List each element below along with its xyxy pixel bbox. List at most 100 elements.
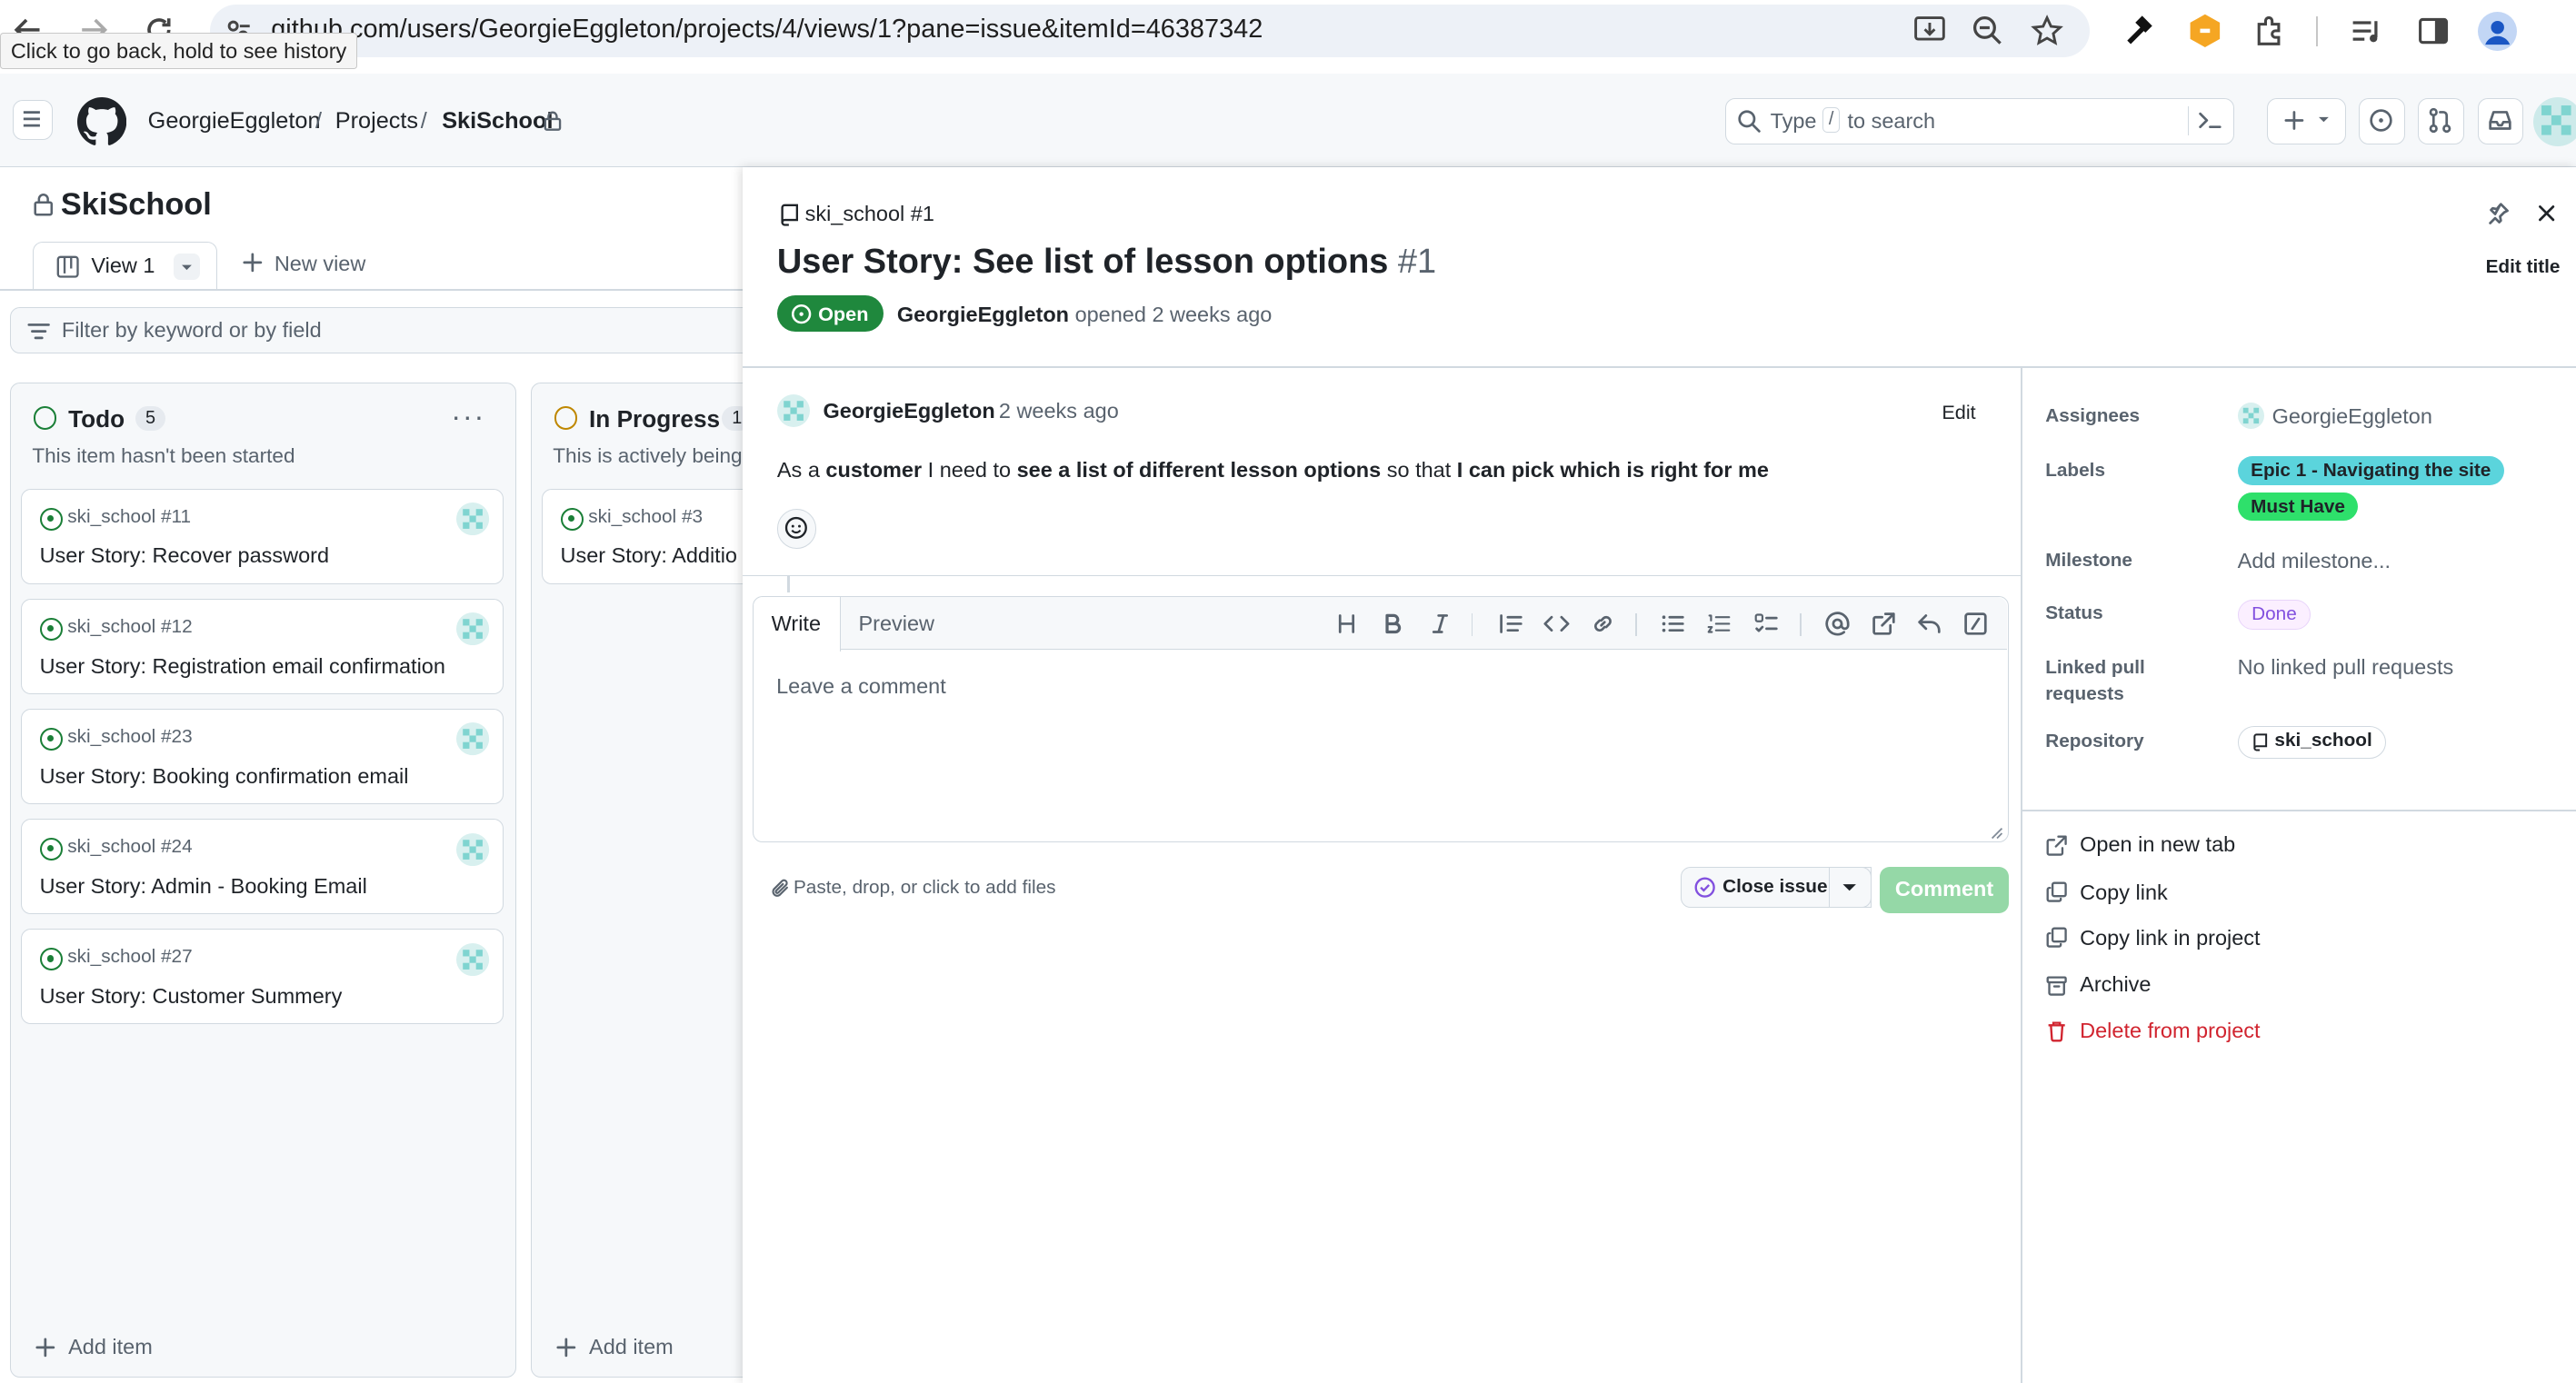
code-icon[interactable] — [1543, 611, 1573, 641]
assignee-avatar — [456, 612, 490, 646]
add-item-button[interactable]: Add item — [68, 1335, 153, 1359]
bookmark-star-icon[interactable] — [2031, 15, 2063, 47]
tab-write[interactable]: Write — [753, 597, 841, 652]
card-title[interactable]: User Story: Admin - Booking Email — [40, 874, 367, 899]
menu-button[interactable] — [13, 100, 53, 140]
breadcrumb-user[interactable]: GeorgieEggleton — [148, 108, 321, 134]
archive-action[interactable]: Archive — [2080, 972, 2151, 997]
resize-handle-icon[interactable] — [1989, 825, 2003, 840]
timeline-divider — [742, 574, 2022, 577]
edit-comment-button[interactable]: Edit — [1942, 401, 1975, 424]
media-controls-icon[interactable] — [2350, 15, 2386, 47]
card-number[interactable]: ski_school #12 — [67, 616, 192, 638]
zoom-icon[interactable] — [1972, 15, 2004, 47]
board-card[interactable]: ski_school #23 User Story: Booking confi… — [20, 708, 504, 804]
label-epic[interactable]: Epic 1 - Navigating the site — [2237, 456, 2504, 485]
quote-icon[interactable] — [1498, 611, 1528, 641]
eyedropper-extension-icon[interactable] — [2122, 13, 2155, 49]
card-title[interactable]: User Story: Booking confirmation email — [40, 764, 409, 789]
card-title[interactable]: User Story: Recover password — [40, 543, 329, 568]
board-card[interactable]: ski_school #12 User Story: Registration … — [20, 598, 504, 694]
repository-label: Repository — [2045, 731, 2144, 752]
cross-reference-icon[interactable] — [1871, 611, 1901, 641]
column-menu-icon[interactable]: ··· — [451, 400, 485, 433]
comment-avatar[interactable] — [776, 393, 811, 427]
add-item-button[interactable]: Add item — [589, 1335, 674, 1359]
board-card[interactable]: ski_school #24 User Story: Admin - Booki… — [20, 819, 504, 914]
comment-author[interactable]: GeorgieEggleton — [824, 399, 995, 423]
column-name: Todo — [68, 404, 125, 433]
pull-requests-button[interactable] — [2418, 98, 2465, 145]
board-card[interactable]: ski_school #27 User Story: Customer Summ… — [20, 929, 504, 1024]
trash-icon — [2045, 1020, 2068, 1042]
github-logo-icon[interactable] — [76, 96, 127, 146]
profile-avatar-icon[interactable] — [2477, 11, 2517, 52]
close-issue-dropdown[interactable] — [1828, 867, 1872, 909]
label-must-have[interactable]: Must Have — [2237, 493, 2359, 522]
user-avatar[interactable] — [2533, 96, 2576, 146]
slash-commands-icon[interactable] — [1962, 611, 1992, 641]
milestone-value[interactable]: Add milestone... — [2238, 549, 2391, 573]
search-input[interactable]: Type / to search — [1724, 98, 2235, 145]
extensions-puzzle-icon[interactable] — [2252, 13, 2289, 49]
git-pull-request-icon — [2430, 108, 2451, 134]
attach-files-hint[interactable]: Paste, drop, or click to add files — [794, 877, 1056, 899]
card-number[interactable]: ski_school #11 — [67, 506, 191, 528]
install-app-icon[interactable] — [1912, 15, 1949, 47]
italic-icon[interactable] — [1427, 611, 1457, 641]
comment-button[interactable]: Comment — [1879, 867, 2010, 913]
unordered-list-icon[interactable] — [1660, 611, 1690, 641]
add-reaction-button[interactable] — [776, 509, 817, 549]
body-text: I need to — [922, 458, 1017, 483]
card-title[interactable]: User Story: Registration email confirmat… — [40, 654, 445, 679]
issues-button[interactable] — [2359, 98, 2406, 145]
breadcrumb-projects[interactable]: Projects — [335, 108, 418, 134]
issue-state-label: Open — [818, 302, 869, 325]
filter-input[interactable]: Filter by keyword or by field — [9, 306, 766, 353]
card-title[interactable]: User Story: Customer Summery — [40, 984, 343, 1009]
issue-author[interactable]: GeorgieEggleton — [897, 303, 1069, 326]
link-icon[interactable] — [1590, 611, 1620, 641]
copy-link-in-project-action[interactable]: Copy link in project — [2080, 926, 2260, 950]
repository-badge[interactable]: ski_school — [2237, 725, 2387, 759]
copy-link-action[interactable]: Copy link — [2080, 881, 2168, 905]
command-palette-icon[interactable] — [2197, 107, 2223, 134]
inbox-button[interactable] — [2477, 98, 2524, 145]
card-number[interactable]: ski_school #24 — [67, 836, 192, 858]
comment-textarea[interactable]: Leave a comment — [776, 674, 946, 699]
bold-icon[interactable] — [1379, 611, 1409, 641]
todo-status-icon — [34, 406, 57, 430]
ordered-list-icon[interactable] — [1706, 611, 1736, 641]
card-title[interactable]: User Story: Additio — [561, 543, 737, 568]
status-badge[interactable]: Done — [2237, 599, 2311, 630]
board-card[interactable]: ski_school #11 User Story: Recover passw… — [20, 488, 504, 584]
close-icon[interactable] — [2535, 202, 2558, 224]
column-name: In Progress — [589, 404, 721, 433]
open-in-new-tab-action[interactable]: Open in new tab — [2080, 832, 2235, 857]
edit-title-button[interactable]: Edit title — [2486, 256, 2561, 278]
breadcrumb-project[interactable]: SkiSchool — [442, 108, 553, 134]
task-list-icon[interactable] — [1753, 611, 1783, 641]
card-number[interactable]: ski_school #3 — [588, 506, 703, 528]
card-number[interactable]: ski_school #23 — [67, 726, 192, 748]
mention-icon[interactable] — [1824, 611, 1854, 641]
assignee-avatar[interactable] — [2237, 402, 2264, 429]
tab-view-1[interactable]: View 1 — [33, 241, 217, 291]
assignee-name[interactable]: GeorgieEggleton — [2272, 404, 2432, 429]
comment-timestamp[interactable]: 2 weeks ago — [999, 399, 1119, 423]
pin-icon[interactable] — [2487, 202, 2510, 225]
new-view-button[interactable]: New view — [275, 252, 366, 276]
side-panel-icon[interactable] — [2417, 15, 2450, 47]
orange-extension-icon[interactable] — [2187, 13, 2223, 49]
column-description: This is actively being — [553, 443, 743, 467]
reply-icon[interactable] — [1916, 611, 1946, 641]
create-new-button[interactable] — [2267, 98, 2346, 145]
issue-repo-ref[interactable]: ski_school #1 — [805, 202, 934, 226]
heading-icon[interactable] — [1333, 611, 1363, 641]
delete-from-project-action[interactable]: Delete from project — [2080, 1019, 2260, 1043]
view-options-chevron-icon[interactable] — [173, 254, 200, 281]
url-text[interactable]: github.com/users/GeorgieEggleton/project… — [271, 15, 1263, 45]
tab-preview[interactable]: Preview — [858, 612, 934, 636]
assignee-avatar — [456, 502, 490, 536]
card-number[interactable]: ski_school #27 — [67, 946, 192, 968]
